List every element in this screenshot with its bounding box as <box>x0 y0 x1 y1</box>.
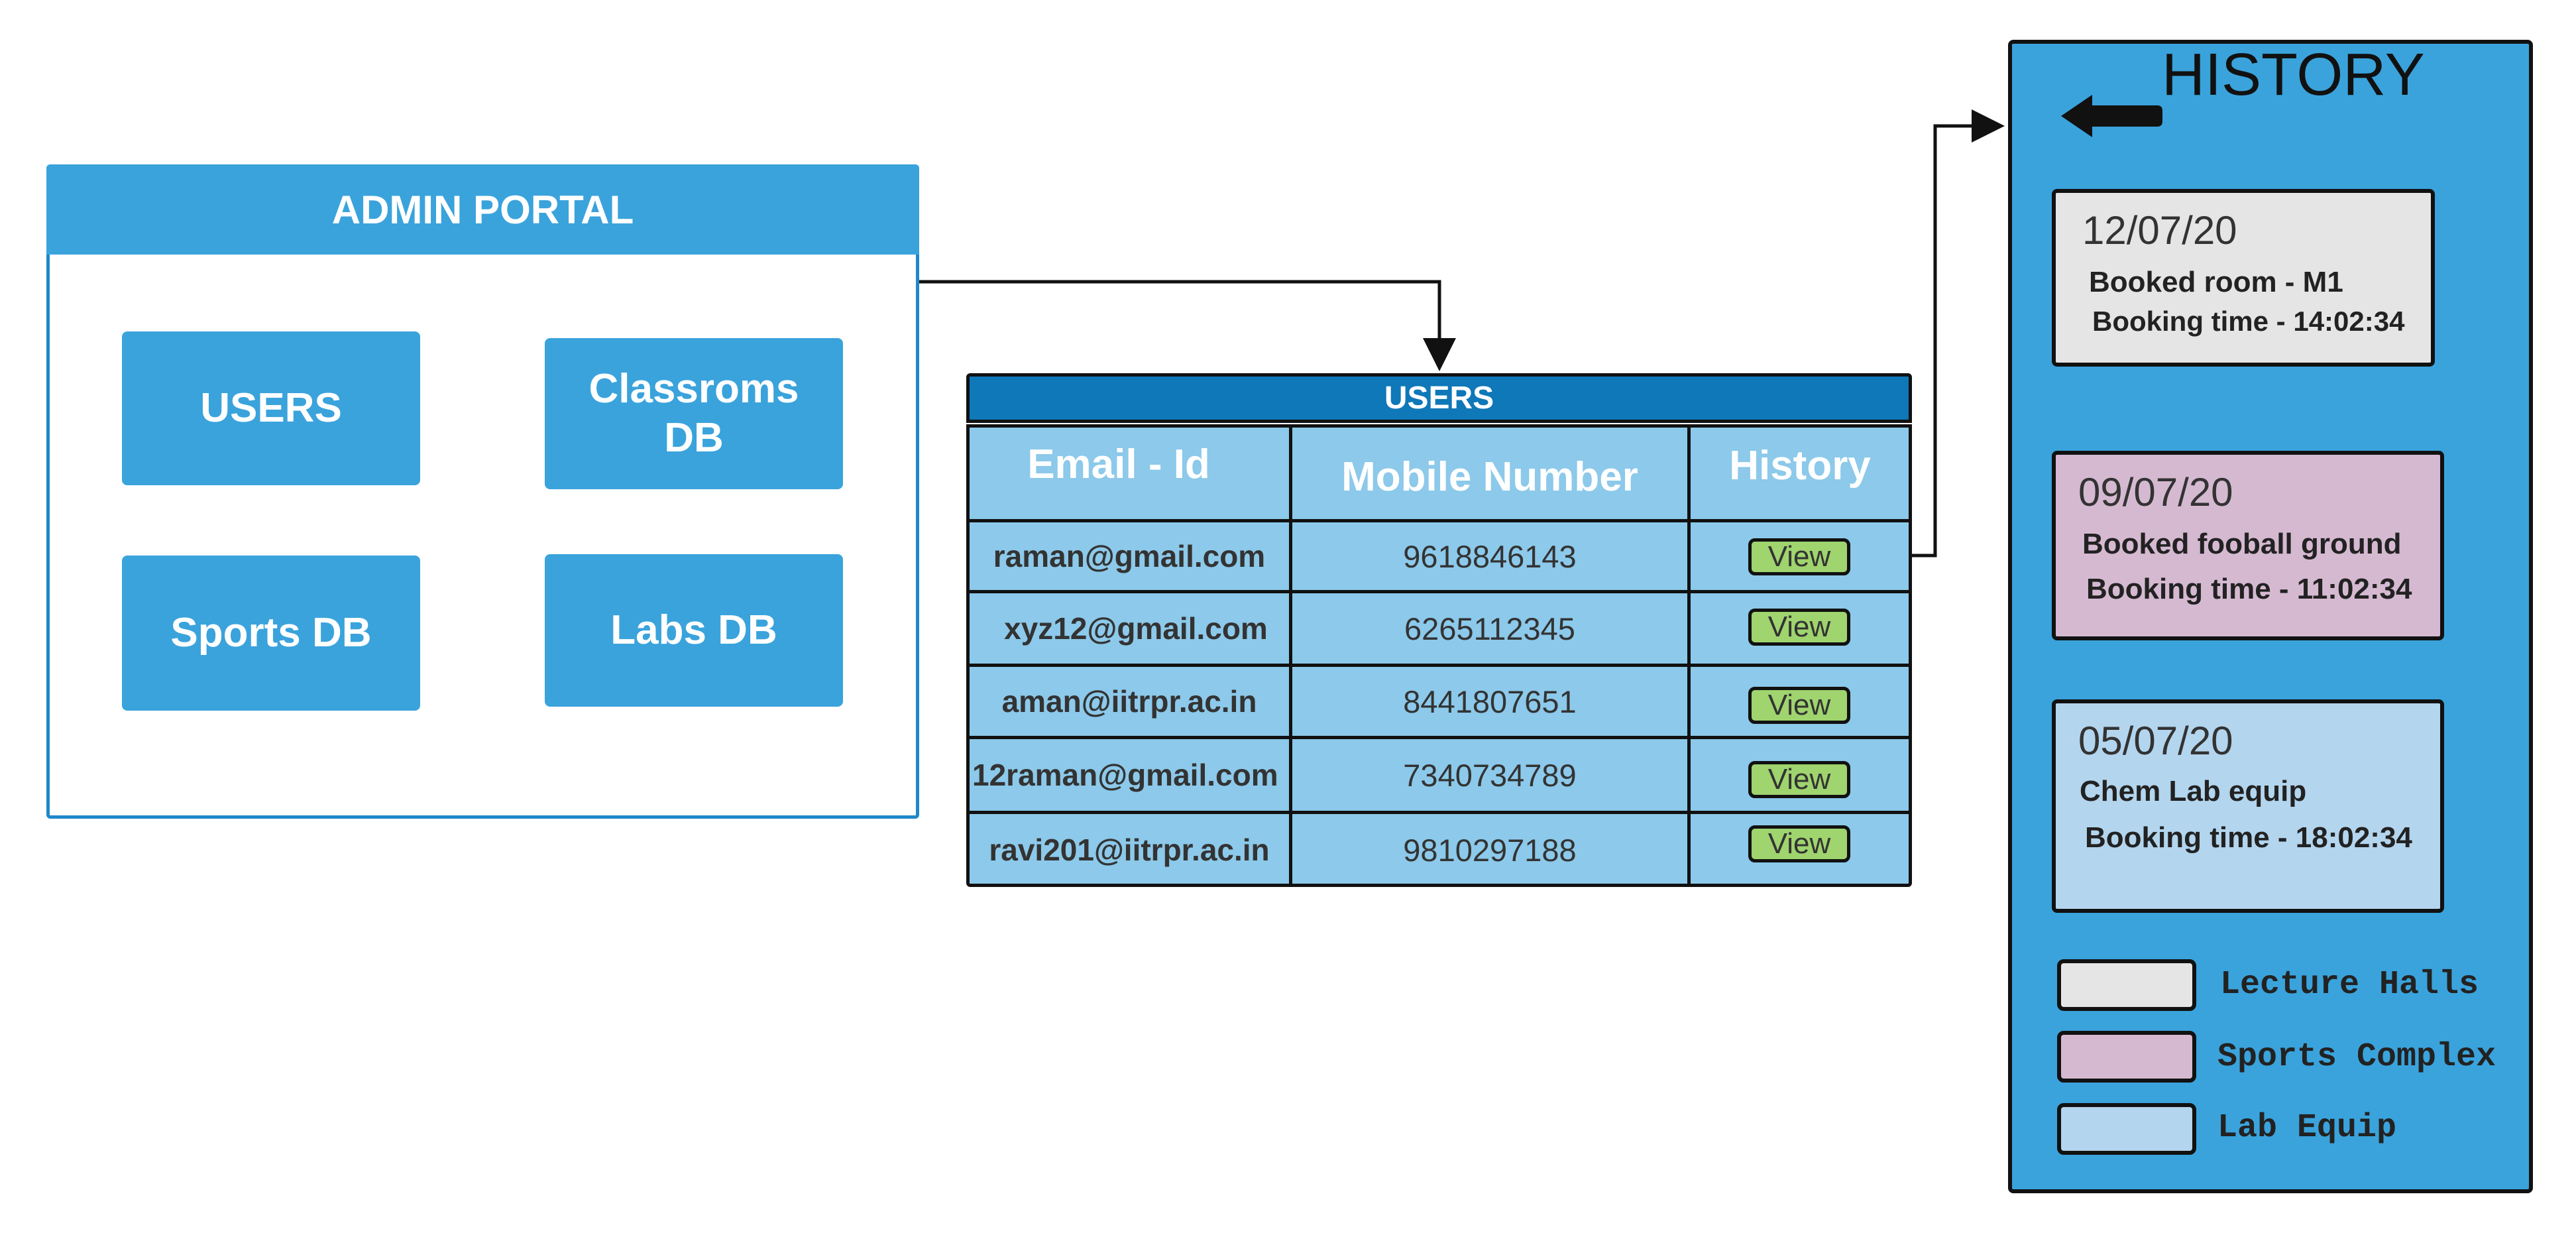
history-entry-time: Booking time - 18:02:34 <box>2085 821 2412 854</box>
table-row-mobile: 7340734789 <box>1403 757 1577 793</box>
admin-portal-panel <box>46 164 919 819</box>
labs-db-label: Labs DB <box>610 607 777 653</box>
view-history-button[interactable]: View <box>1748 761 1850 798</box>
table-row-email: xyz12@gmail.com <box>1004 611 1268 646</box>
column-header-mobile: Mobile Number <box>1341 453 1638 500</box>
history-entry-item: Booked room - M1 <box>2089 266 2343 298</box>
sports-db-label: Sports DB <box>170 610 372 656</box>
back-arrow-icon[interactable] <box>2058 89 2164 143</box>
legend-label-lecture-halls: Lecture Halls <box>2220 966 2479 1004</box>
table-row-email: 12raman@gmail.com <box>972 758 1278 792</box>
table-row-email: ravi201@iitrpr.ac.in <box>989 833 1270 867</box>
legend-swatch-lab-equip <box>2057 1103 2196 1155</box>
history-entry-card: 09/07/20 Booked fooball ground Booking t… <box>2052 451 2444 640</box>
users-button-label: USERS <box>200 385 342 431</box>
view-history-button[interactable]: View <box>1748 825 1850 862</box>
view-button-label: View <box>1767 689 1831 721</box>
history-entry-item: Chem Lab equip <box>2080 775 2307 807</box>
table-row-mobile: 9618846143 <box>1403 538 1577 574</box>
table-row-email: raman@gmail.com <box>993 539 1266 573</box>
view-history-button[interactable]: View <box>1748 609 1850 646</box>
users-table: Email - Id Mobile Number History raman@g… <box>966 424 1912 887</box>
history-entry-date: 12/07/20 <box>2082 208 2237 253</box>
history-entry-date: 05/07/20 <box>2078 719 2233 763</box>
view-history-button[interactable]: View <box>1748 687 1850 724</box>
history-entry-date: 09/07/20 <box>2078 470 2233 514</box>
view-history-button[interactable]: View <box>1748 538 1850 575</box>
classrooms-db-label-line2: DB <box>664 415 724 461</box>
column-header-email: Email - Id <box>1027 441 1210 487</box>
view-button-label: View <box>1767 827 1831 860</box>
table-row-mobile: 9810297188 <box>1403 832 1577 868</box>
labs-db-button[interactable]: Labs DB <box>545 554 843 707</box>
legend-swatch-lecture-halls <box>2057 959 2196 1011</box>
history-title: HISTORY <box>2162 42 2425 108</box>
history-entry-time: Booking time - 11:02:34 <box>2086 573 2412 605</box>
classrooms-db-button[interactable]: Classroms DB <box>545 338 843 489</box>
view-button-label: View <box>1767 540 1831 573</box>
users-button[interactable]: USERS <box>122 331 420 485</box>
legend-label-lab-equip: Lab Equip <box>2217 1109 2397 1147</box>
history-entry-card: 05/07/20 Chem Lab equip Booking time - 1… <box>2052 699 2444 913</box>
admin-portal-title: ADMIN PORTAL <box>46 164 919 255</box>
history-entry-item: Booked fooball ground <box>2082 528 2402 560</box>
legend-swatch-sports-complex <box>2057 1031 2196 1083</box>
users-table-title: USERS <box>966 373 1912 423</box>
classrooms-db-label-line1: Classroms <box>588 366 799 412</box>
legend-label-sports-complex: Sports Complex <box>2217 1038 2496 1076</box>
table-row-mobile: 8441807651 <box>1403 683 1577 719</box>
sports-db-button[interactable]: Sports DB <box>122 556 420 711</box>
table-row-mobile: 6265112345 <box>1404 611 1575 646</box>
column-header-history: History <box>1729 442 1871 489</box>
table-row-email: aman@iitrpr.ac.in <box>1001 684 1257 719</box>
history-entry-card: 12/07/20 Booked room - M1 Booking time -… <box>2052 189 2435 367</box>
view-button-label: View <box>1767 763 1831 795</box>
history-entry-time: Booking time - 14:02:34 <box>2092 306 2405 337</box>
view-button-label: View <box>1767 611 1831 643</box>
